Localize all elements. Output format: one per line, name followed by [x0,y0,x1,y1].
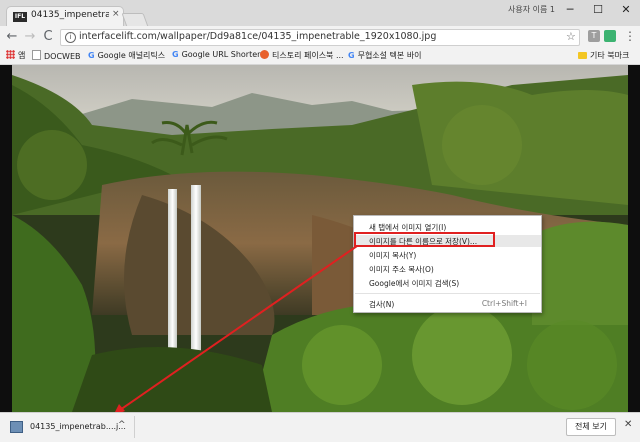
address-bar[interactable]: i interfacelift.com/wallpaper/Dd9a81ce/0… [60,29,580,46]
bookmark-label: 티스토리 페이스북 ... [272,51,344,60]
bookmark-google-url-shortener[interactable]: G Google URL Shorten [172,50,262,59]
forward-button[interactable]: → [22,29,38,45]
apps-icon [6,50,15,59]
bookmark-star-icon[interactable]: ☆ [566,30,576,43]
maximize-button[interactable]: ☐ [584,1,612,19]
profile-name[interactable]: 사용자 이름 1 [508,4,555,15]
google-icon: G [88,51,95,60]
menu-item-label: 이미지 복사(Y) [369,251,417,260]
folder-icon [578,52,587,59]
bookmark-apps[interactable]: 앱 [6,50,25,61]
image-viewport [0,65,640,412]
menu-item-inspect[interactable]: 검사(N) Ctrl+Shift+I [354,298,541,310]
back-button[interactable]: ← [4,29,20,45]
highlight-annotation-box [354,232,495,247]
bookmark-label: Google URL Shorten [181,50,263,59]
google-icon: G [172,50,179,59]
document-icon [32,50,41,60]
download-file-name[interactable]: 04135_impenetrab....j... [30,422,126,431]
download-item[interactable]: 04135_impenetrab....j... ^ [4,416,135,438]
image-file-icon [10,421,23,433]
bookmark-label: 앱 [18,51,26,60]
other-bookmarks[interactable]: 기타 북마크 [578,50,629,61]
bookmarks-bar: 앱 DOCWEB G Google 애널리틱스 G Google URL Short… [0,48,640,65]
close-download-bar-icon[interactable]: ✕ [624,419,632,430]
download-options-chevron-icon[interactable]: ^ [118,420,126,430]
menu-item-label: 검사(N) [369,300,395,309]
title-bar: IFL 04135_impenetrable_19 × 사용자 이름 1 ─ ☐… [0,0,640,27]
reload-button[interactable]: C [40,29,56,45]
bookmark-label: Google 애널리틱스 [97,51,166,60]
menu-item-shortcut: Ctrl+Shift+I [481,299,527,308]
tistory-icon [260,50,269,59]
tab-close-icon[interactable]: × [112,9,120,19]
menu-item-copy-image[interactable]: 이미지 복사(Y) [354,249,541,261]
minimize-button[interactable]: ─ [556,1,584,19]
other-bookmarks-label: 기타 북마크 [590,51,630,60]
bookmark-novel[interactable]: G 무협소설 텍본 바이 [348,50,422,61]
menu-item-label: Google에서 이미지 검색(S) [369,279,460,288]
cast-extension-icon[interactable] [604,30,616,42]
site-info-icon[interactable]: i [65,32,76,43]
menu-item-label: 이미지 주소 복사(O) [369,265,434,274]
new-tab-button[interactable] [121,13,149,27]
browser-menu-icon[interactable]: ⋮ [624,29,636,43]
navigation-toolbar: ← → C i interfacelift.com/wallpaper/Dd9a… [0,26,640,48]
browser-tab[interactable]: IFL 04135_impenetrable_19 × [6,6,124,27]
bookmark-docweb[interactable]: DOCWEB [32,50,81,61]
bookmark-label: DOCWEB [44,52,81,61]
google-icon: G [348,51,355,60]
menu-item-search-google-image[interactable]: Google에서 이미지 검색(S) [354,277,541,289]
context-menu: 새 탭에서 이미지 열기(I) 이미지를 다른 이름으로 저장(V)... 이미… [353,215,542,313]
show-all-downloads-button[interactable]: 전체 보기 [566,418,616,436]
extension-t-icon[interactable]: T [588,30,600,42]
bookmark-google-analytics[interactable]: G Google 애널리틱스 [88,50,165,61]
menu-separator [355,293,540,294]
tab-favicon-icon: IFL [13,12,27,22]
bookmark-tistory-facebook[interactable]: 티스토리 페이스북 ... [260,50,344,61]
tab-title: 04135_impenetrable_19 [31,10,109,20]
bookmark-label: 무협소설 텍본 바이 [357,51,422,60]
download-bar: 04135_impenetrab....j... ^ 전체 보기 ✕ [0,412,640,442]
url-text[interactable]: interfacelift.com/wallpaper/Dd9a81ce/041… [79,31,436,42]
close-window-button[interactable]: ✕ [612,1,640,19]
menu-item-copy-image-address[interactable]: 이미지 주소 복사(O) [354,263,541,275]
